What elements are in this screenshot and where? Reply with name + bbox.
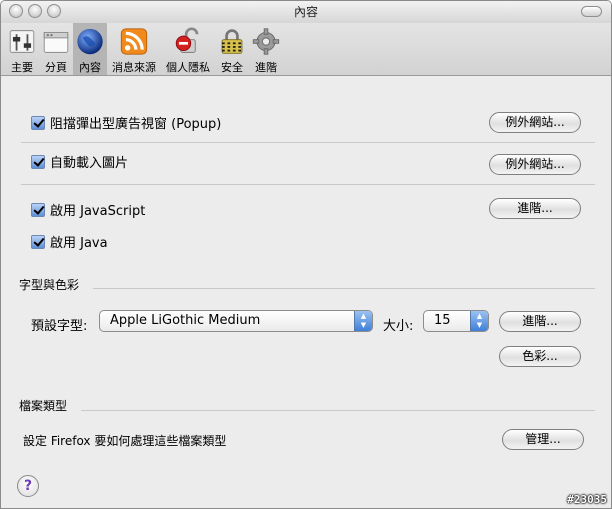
block-popups-checkbox[interactable] bbox=[31, 115, 45, 130]
globe-icon bbox=[77, 28, 103, 55]
filetypes-description: 設定 Firefox 要如何處理這些檔案類型 bbox=[23, 434, 227, 448]
enable-javascript-checkbox[interactable] bbox=[31, 202, 45, 217]
zoom-window-button[interactable] bbox=[47, 4, 61, 18]
load-images-row: 自動載入圖片 bbox=[31, 152, 128, 171]
filetypes-section-title: 檔案類型 bbox=[19, 399, 68, 413]
tab-advanced[interactable]: 進階 bbox=[249, 23, 283, 75]
divider bbox=[93, 288, 595, 289]
enable-javascript-row: 啟用 JavaScript bbox=[31, 200, 145, 219]
block-popups-label: 阻擋彈出型廣告視窗 (Popup) bbox=[50, 117, 222, 132]
block-popups-row: 阻擋彈出型廣告視窗 (Popup) bbox=[31, 113, 221, 132]
tab-security[interactable]: 安全 bbox=[215, 23, 249, 75]
tab-advanced-label: 進階 bbox=[255, 61, 277, 74]
divider bbox=[81, 410, 595, 411]
title-bar: 內容 bbox=[1, 1, 611, 23]
tab-main-label: 主要 bbox=[11, 61, 33, 74]
toolbar-toggle-button[interactable] bbox=[581, 6, 602, 17]
images-exceptions-button[interactable]: 例外網站... bbox=[489, 154, 581, 175]
divider bbox=[21, 184, 595, 185]
close-window-button[interactable] bbox=[9, 4, 23, 18]
tab-main[interactable]: 主要 bbox=[5, 23, 39, 75]
tab-content-label: 內容 bbox=[79, 61, 101, 74]
tab-tabs-label: 分頁 bbox=[45, 61, 67, 74]
load-images-label: 自動載入圖片 bbox=[50, 156, 129, 171]
default-font-select[interactable]: Apple LiGothic Medium ▲ ▼ bbox=[99, 310, 373, 332]
fonts-section-title: 字型與色彩 bbox=[19, 278, 80, 292]
font-size-label: 大小: bbox=[383, 319, 414, 334]
colors-button[interactable]: 色彩... bbox=[499, 346, 581, 367]
font-size-select[interactable]: 15 ▲ ▼ bbox=[423, 310, 489, 332]
enable-java-label: 啟用 Java bbox=[50, 236, 108, 251]
content-pane: 阻擋彈出型廣告視窗 (Popup) 例外網站... 自動載入圖片 例外網站...… bbox=[1, 77, 611, 508]
tab-security-label: 安全 bbox=[221, 61, 243, 74]
tabs-window-icon bbox=[43, 31, 69, 53]
tab-privacy-label: 個人隱私 bbox=[166, 61, 210, 74]
window-title: 內容 bbox=[293, 5, 318, 19]
window-controls bbox=[9, 4, 61, 18]
preferences-toolbar: 主要 分頁 內容 消息來源 個人隱私 安全 進階 bbox=[1, 23, 611, 76]
tab-tabs[interactable]: 分頁 bbox=[39, 23, 73, 75]
watermark-text: #23035 bbox=[567, 493, 607, 506]
load-images-checkbox[interactable] bbox=[31, 154, 45, 169]
fonts-advanced-button[interactable]: 進階... bbox=[499, 311, 581, 332]
manage-filetypes-button[interactable]: 管理... bbox=[502, 429, 584, 450]
tab-feeds[interactable]: 消息來源 bbox=[107, 23, 161, 75]
default-font-value: Apple LiGothic Medium bbox=[110, 313, 261, 328]
enable-javascript-label: 啟用 JavaScript bbox=[50, 204, 146, 219]
select-arrows-icon: ▲ ▼ bbox=[354, 311, 372, 331]
security-padlock-icon bbox=[221, 29, 243, 54]
tab-privacy[interactable]: 個人隱私 bbox=[161, 23, 215, 75]
select-arrows-icon: ▲ ▼ bbox=[470, 311, 488, 331]
popup-exceptions-button[interactable]: 例外網站... bbox=[489, 112, 581, 133]
font-size-value: 15 bbox=[434, 313, 451, 328]
tab-feeds-label: 消息來源 bbox=[112, 61, 156, 74]
gear-icon bbox=[252, 28, 280, 55]
enable-java-checkbox[interactable] bbox=[31, 234, 45, 249]
minimize-window-button[interactable] bbox=[28, 4, 42, 18]
javascript-advanced-button[interactable]: 進階... bbox=[489, 198, 581, 219]
rss-feed-icon bbox=[120, 28, 148, 55]
default-font-label: 預設字型: bbox=[31, 319, 88, 334]
help-button[interactable]: ? bbox=[17, 475, 39, 497]
tab-content[interactable]: 內容 bbox=[73, 23, 107, 75]
divider bbox=[21, 142, 595, 143]
privacy-lock-icon bbox=[175, 27, 199, 53]
enable-java-row: 啟用 Java bbox=[31, 232, 108, 251]
toggles-icon bbox=[9, 30, 35, 53]
preferences-window: 內容 主要 分頁 內容 消息來源 個人隱私 安全 進階 阻擋彈出型廣告視窗 (P… bbox=[0, 0, 612, 509]
